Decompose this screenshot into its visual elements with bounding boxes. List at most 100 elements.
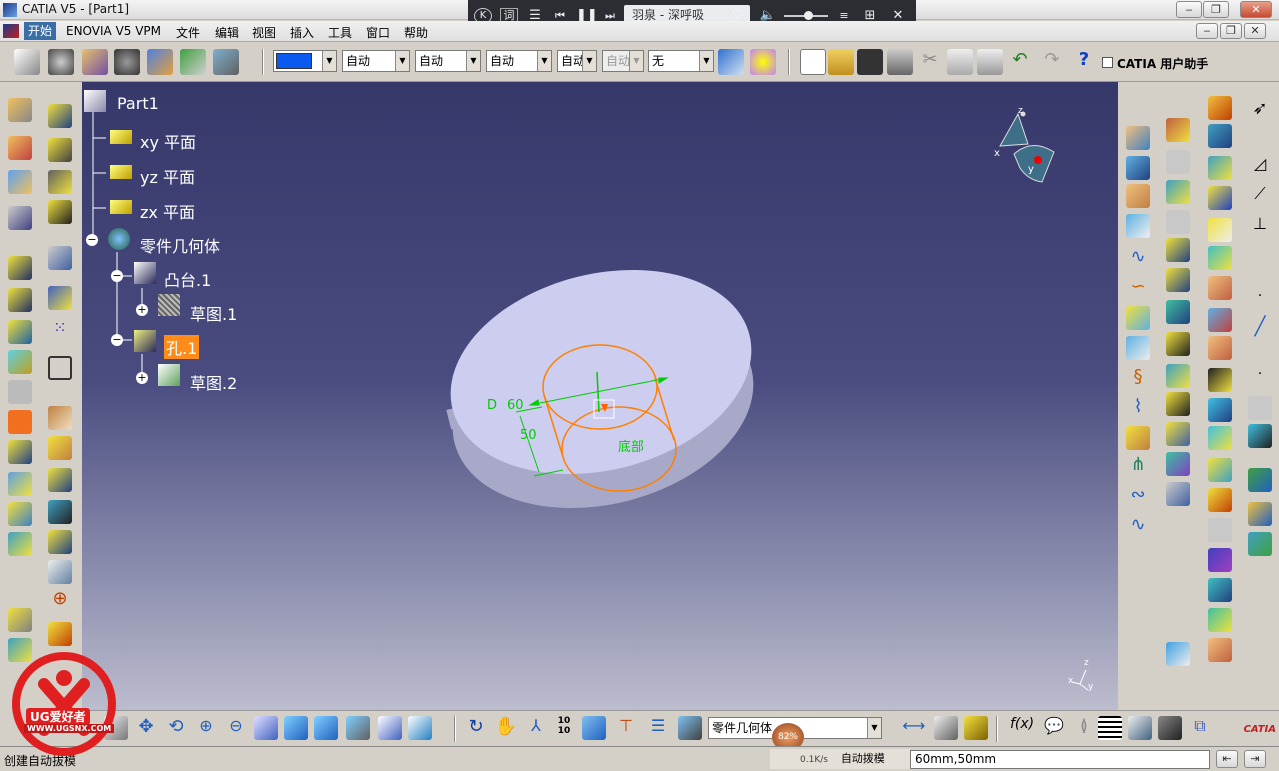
comment-icon[interactable]: 💬 (1042, 716, 1066, 740)
dot-icon[interactable]: · (1248, 288, 1272, 312)
hand-icon[interactable]: ✋ (494, 716, 518, 740)
menu-window[interactable]: 窗口 (366, 24, 390, 41)
projection-icon[interactable]: ⋔ (1126, 454, 1150, 478)
axis-icon[interactable]: ⊥ (1248, 214, 1272, 238)
menu-help[interactable]: 帮助 (404, 24, 428, 41)
rib-icon[interactable] (8, 288, 32, 312)
compass[interactable]: z x y (992, 106, 1062, 188)
dim-d-value[interactable]: 60 (507, 398, 524, 413)
assistant-checkbox[interactable] (1102, 57, 1113, 68)
catalog-browser-icon[interactable] (582, 716, 606, 740)
boundary-icon[interactable] (1208, 186, 1232, 210)
measure-icon[interactable] (48, 530, 72, 554)
linetype-combo[interactable]: 自动 ▼ (342, 50, 410, 72)
layer-combo[interactable]: 自动 ▼ (557, 50, 597, 72)
helix-icon[interactable]: § (1126, 366, 1150, 390)
bridge-icon[interactable] (1208, 608, 1232, 632)
trim-icon[interactable] (1166, 268, 1190, 292)
list-icon[interactable]: ☰ (646, 716, 670, 740)
shape-fillet-icon[interactable] (1166, 332, 1190, 356)
status-btn-1[interactable]: ⇤ (1216, 750, 1238, 768)
unfold-icon[interactable] (1208, 638, 1232, 662)
formula-icon[interactable]: f(x) (1010, 716, 1034, 740)
hole-icon[interactable] (134, 330, 156, 352)
copy-icon[interactable] (947, 49, 973, 75)
expand-sketch1-icon[interactable]: + (136, 304, 148, 316)
part-root-icon[interactable] (84, 90, 106, 112)
translate-icon[interactable] (1166, 364, 1190, 388)
tree-hole[interactable]: 孔.1 (164, 335, 200, 359)
deform-icon[interactable] (1208, 336, 1232, 360)
small-dot-icon[interactable]: · (1248, 366, 1272, 390)
axis-system-icon[interactable]: ⊕ (48, 588, 72, 612)
block-icon[interactable] (48, 138, 72, 162)
swap-space-icon[interactable] (408, 716, 432, 740)
maximize-button[interactable]: ❐ (1203, 1, 1229, 18)
gear-icon[interactable] (48, 49, 74, 75)
tree-sketch1[interactable]: 草图.1 (190, 301, 237, 325)
knowledge-advisor-icon[interactable] (1248, 468, 1272, 492)
shape-morph-icon[interactable] (1208, 368, 1232, 392)
rule-icon[interactable] (1248, 532, 1272, 556)
extrude-surface-icon[interactable] (1126, 126, 1150, 150)
zoom-out-icon[interactable]: ⊖ (224, 716, 248, 740)
binary-icon[interactable]: 10 10 (552, 716, 576, 740)
curve-icon[interactable]: ⌇ (1126, 396, 1150, 420)
update-icon[interactable]: ↻ (464, 716, 488, 740)
sweep-icon[interactable]: ∿ (1126, 246, 1150, 270)
pattern-grid-icon[interactable]: ⁙ (48, 318, 72, 342)
menu-view[interactable]: 视图 (252, 24, 276, 41)
constraint-icon[interactable]: ⊤ (614, 716, 638, 740)
3d-viewport[interactable]: Part1 xy 平面 yz 平面 zx 平面 − 零件几何体 − 凸台.1 +… (82, 82, 1118, 746)
zx-plane-icon[interactable] (110, 200, 132, 214)
tree-sketch2[interactable]: 草图.2 (190, 370, 237, 394)
undo-icon[interactable]: ↶ (1007, 49, 1033, 75)
hide-show-icon[interactable] (378, 716, 402, 740)
color-picker[interactable]: ▼ (273, 50, 337, 72)
define-work-object-icon[interactable] (678, 716, 702, 740)
join-icon[interactable] (1166, 118, 1190, 142)
redo-icon[interactable]: ↷ (1039, 49, 1065, 75)
disassemble-icon[interactable] (1166, 238, 1190, 262)
paint-brush-icon[interactable] (718, 49, 744, 75)
extract-icon[interactable] (1166, 300, 1190, 324)
tree-body[interactable]: 零件几何体 (140, 233, 220, 257)
develop-icon[interactable] (1208, 426, 1232, 450)
normal-view-icon[interactable] (254, 716, 278, 740)
pattern-icon[interactable] (8, 532, 32, 556)
tree-yz-plane[interactable]: yz 平面 (140, 164, 195, 188)
revolve-surface-icon[interactable] (1126, 156, 1150, 180)
menu-start[interactable]: 开始 (24, 22, 57, 40)
doc-restore-button[interactable]: ❐ (1220, 23, 1242, 39)
sew-surface-icon[interactable] (48, 500, 72, 524)
tree-xy-plane[interactable]: xy 平面 (140, 129, 196, 153)
boss-icon[interactable] (134, 262, 156, 284)
expand-sketch2-icon[interactable]: + (136, 372, 148, 384)
point-icon[interactable]: ◿ (1248, 154, 1272, 178)
doc-minimize-button[interactable]: ‒ (1196, 23, 1218, 39)
help-icon[interactable]: ? (1071, 49, 1097, 75)
pattern-surface-icon[interactable] (1208, 458, 1232, 482)
boolean-icon[interactable] (8, 608, 32, 632)
doc-close-button[interactable]: ✕ (1244, 23, 1266, 39)
cylinder-icon[interactable] (48, 104, 72, 128)
tree-root[interactable]: Part1 (117, 94, 159, 113)
face-icon[interactable] (1208, 124, 1232, 148)
pad-icon[interactable] (8, 136, 32, 160)
body-gear-icon[interactable] (108, 228, 130, 250)
split-icon[interactable] (48, 406, 72, 430)
healing-icon[interactable] (1166, 180, 1190, 204)
design-table-icon[interactable] (1098, 716, 1122, 740)
none-combo[interactable]: 无 ▼ (648, 50, 714, 72)
collapse-boss-icon[interactable]: − (111, 270, 123, 282)
bend-icon[interactable] (1208, 276, 1232, 300)
thread-icon[interactable] (8, 410, 32, 434)
parallel-icon[interactable] (1208, 218, 1232, 242)
save-icon[interactable] (857, 49, 883, 75)
color-icon[interactable] (1208, 548, 1232, 572)
diagonal-line-icon[interactable]: ╱ (1248, 316, 1272, 340)
parameter-set-icon[interactable]: ⧉ (1188, 716, 1212, 740)
sketch-tool-icon[interactable] (1208, 96, 1232, 120)
dim-depth-value[interactable]: 50 (520, 428, 537, 443)
status-btn-2[interactable]: ⇥ (1244, 750, 1266, 768)
